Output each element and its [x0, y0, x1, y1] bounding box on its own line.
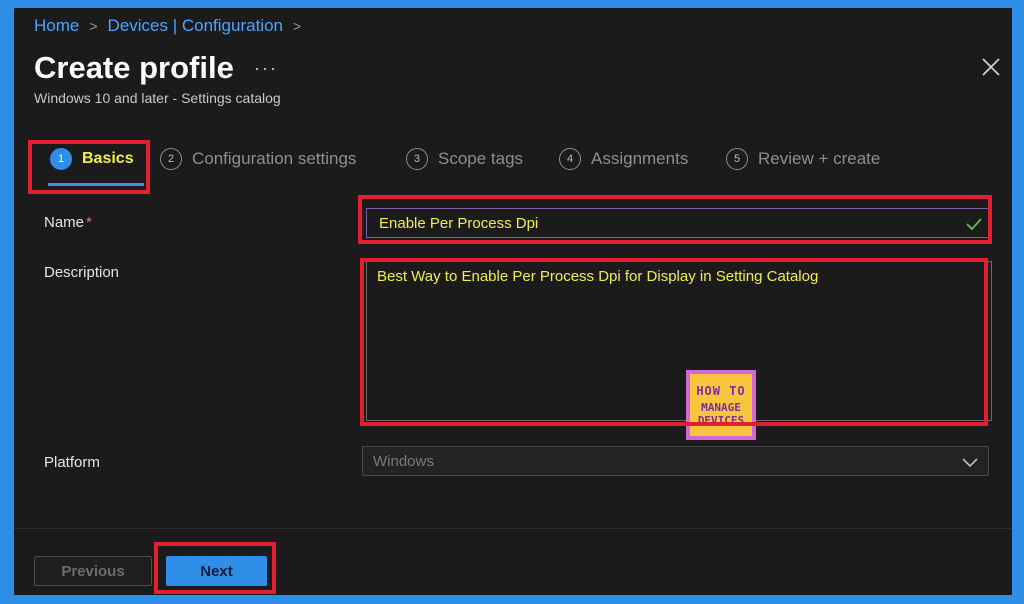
- annotation-box-basics: [28, 140, 150, 194]
- annotation-box-description: [360, 258, 988, 426]
- annotation-box-name: [358, 195, 992, 244]
- platform-label: Platform: [44, 454, 100, 471]
- required-marker: *: [86, 214, 92, 231]
- page-title: Create profile: [34, 50, 234, 85]
- create-profile-panel: Home > Devices | Configuration > Create …: [14, 8, 1012, 595]
- breadcrumb-home[interactable]: Home: [34, 16, 79, 36]
- tab-label: Assignments: [591, 149, 689, 168]
- previous-button[interactable]: Previous: [34, 556, 152, 586]
- step-number-icon: 3: [406, 148, 428, 170]
- step-number-icon: 5: [726, 148, 748, 170]
- breadcrumb-devices-configuration[interactable]: Devices | Configuration: [108, 16, 283, 36]
- tab-label: Scope tags: [438, 149, 524, 168]
- footer-divider: [14, 528, 1012, 529]
- description-label: Description: [44, 264, 120, 281]
- step-number-icon: 2: [160, 148, 182, 170]
- tab-assignments[interactable]: 4 Assignments: [559, 148, 688, 170]
- tab-label: Review + create: [758, 149, 881, 168]
- name-label: Name *: [44, 214, 92, 231]
- platform-selected-value: Windows: [373, 452, 434, 470]
- chevron-down-icon: [962, 458, 978, 468]
- more-options-icon[interactable]: ···: [254, 58, 278, 79]
- close-icon[interactable]: [980, 56, 1002, 78]
- page-subtitle: Windows 10 and later - Settings catalog: [34, 90, 281, 106]
- name-label-text: Name: [44, 214, 85, 231]
- breadcrumb-separator: >: [293, 18, 302, 34]
- platform-dropdown[interactable]: Windows: [362, 446, 989, 476]
- breadcrumb-separator: >: [89, 18, 98, 34]
- next-button[interactable]: Next: [166, 556, 267, 586]
- tab-review-create[interactable]: 5 Review + create: [726, 148, 880, 170]
- breadcrumb: Home > Devices | Configuration >: [34, 16, 301, 36]
- tab-scope-tags[interactable]: 3 Scope tags: [406, 148, 523, 170]
- tab-label: Configuration settings: [192, 149, 357, 168]
- wizard-tabs: 1 Basics 2 Configuration settings 3 Scop…: [34, 148, 994, 184]
- step-number-icon: 4: [559, 148, 581, 170]
- tab-configuration-settings[interactable]: 2 Configuration settings: [160, 148, 356, 170]
